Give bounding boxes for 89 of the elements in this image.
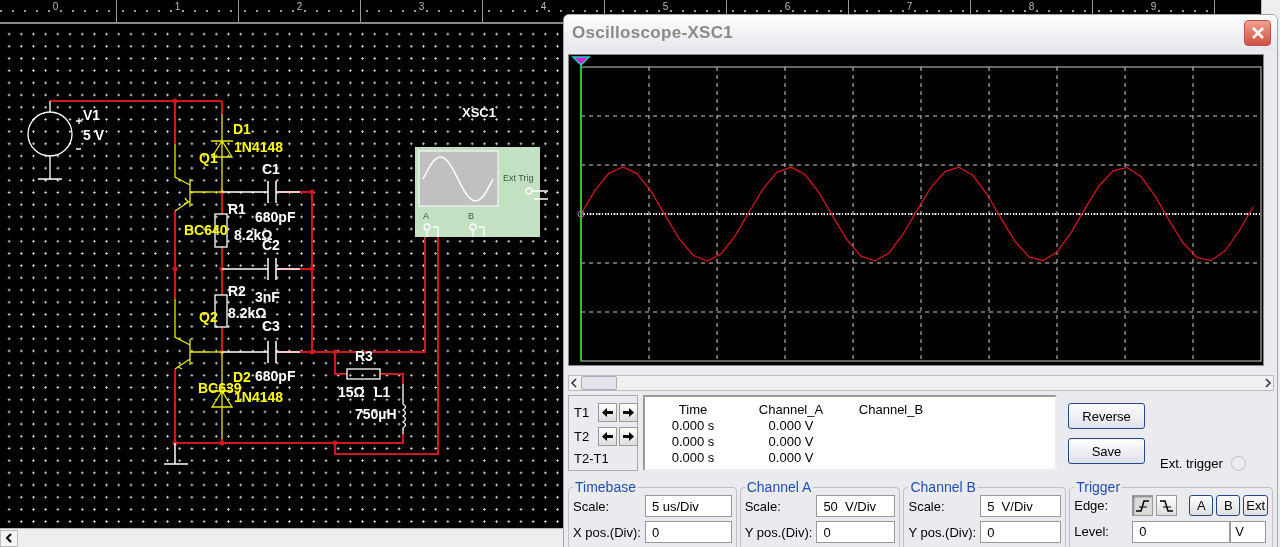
- field-label: Y pos.(Div):: [908, 524, 977, 540]
- cursor-left-button[interactable]: [598, 426, 617, 446]
- input-field[interactable]: 0: [1132, 520, 1231, 543]
- group-title: Channel B: [909, 479, 977, 495]
- component-label: 680pF: [255, 209, 296, 225]
- chevron-left-icon[interactable]: [569, 378, 579, 388]
- cursor-label: T2: [574, 428, 591, 444]
- group-title: Timebase: [574, 479, 637, 495]
- component-label: 680pF: [255, 368, 296, 384]
- table-cell-text: 0.000 s: [670, 434, 716, 450]
- component-label: C1: [262, 161, 280, 177]
- field-label: Scale:: [908, 498, 946, 514]
- component-label: R3: [355, 348, 373, 364]
- component-label: 750µH: [355, 406, 397, 422]
- table-cell-text: 0.000 s: [670, 450, 716, 466]
- component-label: R2: [228, 283, 246, 299]
- field-label: Edge:: [1074, 498, 1110, 514]
- component-label: 15Ω: [338, 384, 365, 400]
- ruler-label: 1: [172, 1, 183, 12]
- ruler-label: 2: [294, 1, 305, 12]
- table-cell-text: 0.000 V: [767, 450, 815, 466]
- arrow-right-icon: [622, 406, 635, 418]
- cursor-right-button[interactable]: [619, 402, 638, 422]
- horizontal-scrollbar[interactable]: [568, 375, 1274, 391]
- cursor-label: T2-T1: [574, 450, 610, 466]
- arrow-left-icon: [601, 406, 614, 418]
- component-label: Q1: [199, 150, 218, 166]
- field-label: X pos.(Div):: [573, 524, 641, 540]
- ruler-label: 5: [660, 1, 671, 12]
- input-field[interactable]: 5 V/Div: [980, 495, 1062, 517]
- chevron-left-icon[interactable]: [5, 533, 13, 543]
- instrument-label: XSC1: [462, 105, 496, 120]
- input-field[interactable]: 0: [980, 521, 1062, 543]
- cursor-label: T1: [574, 404, 591, 420]
- column-header: Time: [677, 402, 709, 418]
- ruler-label: 6: [782, 1, 793, 12]
- table-cell-text: 0.000 s: [670, 418, 716, 434]
- input-field[interactable]: 5 us/Div: [644, 495, 732, 517]
- ruler-label: 0: [50, 1, 61, 12]
- arrow-right-icon: [622, 430, 635, 442]
- component-label: 3nF: [255, 289, 280, 305]
- source-button[interactable]: Ext: [1243, 495, 1268, 517]
- channel-marker-icon: [577, 210, 585, 218]
- window-title: Oscilloscope-XSC1: [572, 23, 733, 43]
- unit-field[interactable]: V: [1230, 520, 1267, 543]
- close-button[interactable]: [1244, 20, 1271, 46]
- edge-button[interactable]: [1156, 495, 1178, 517]
- component-label: R1: [228, 201, 246, 217]
- field-label: Scale:: [573, 498, 611, 514]
- group-title: Trigger: [1075, 479, 1122, 495]
- field-label: Level:: [1074, 524, 1110, 540]
- scroll-thumb[interactable]: [581, 376, 617, 390]
- component-label: L1: [374, 384, 391, 400]
- cursor-right-button[interactable]: [619, 426, 638, 446]
- input-field[interactable]: 50 V/Div: [816, 495, 896, 517]
- field-label: Y pos.(Div):: [744, 524, 813, 540]
- column-header: Channel_B: [857, 402, 925, 418]
- port-label: B: [468, 211, 474, 221]
- ext-trigger-label: Ext. trigger: [1160, 456, 1223, 471]
- input-field[interactable]: 0: [816, 521, 896, 543]
- group-title: Channel A: [745, 479, 813, 495]
- source-button[interactable]: A: [1189, 495, 1214, 517]
- cursor-left-button[interactable]: [598, 402, 617, 422]
- chevron-right-icon[interactable]: [1263, 378, 1273, 388]
- arrow-left-icon: [601, 430, 614, 442]
- table-cell-text: 0.000 V: [767, 434, 815, 450]
- table-cell-text: 0.000 V: [767, 418, 815, 434]
- component-label: 5 V: [83, 127, 104, 143]
- ruler-label: 4: [538, 1, 549, 12]
- component-label: C3: [262, 318, 280, 334]
- edge-button[interactable]: [1132, 495, 1154, 517]
- ruler-label: 7: [904, 1, 915, 12]
- input-field[interactable]: 0: [644, 521, 732, 543]
- component-label: 8.2kΩ: [228, 305, 267, 321]
- reverse-button[interactable]: Reverse: [1068, 403, 1145, 429]
- component-label: V1: [83, 107, 101, 123]
- port-label: Ext Trig: [503, 173, 534, 183]
- component-label: 1N4148: [234, 139, 284, 155]
- source-button[interactable]: B: [1216, 495, 1241, 517]
- ruler-label: 9: [1148, 1, 1159, 12]
- save-button[interactable]: Save: [1068, 438, 1145, 464]
- column-header: Channel_A: [757, 402, 825, 418]
- port-label: A: [423, 211, 429, 221]
- ruler-label: 8: [1026, 1, 1037, 12]
- close-icon: [1250, 26, 1265, 40]
- ruler-label: 3: [416, 1, 427, 12]
- component-label: D1: [233, 121, 251, 137]
- cursor-marker-icon[interactable]: [571, 56, 591, 67]
- field-label: Scale:: [744, 498, 782, 514]
